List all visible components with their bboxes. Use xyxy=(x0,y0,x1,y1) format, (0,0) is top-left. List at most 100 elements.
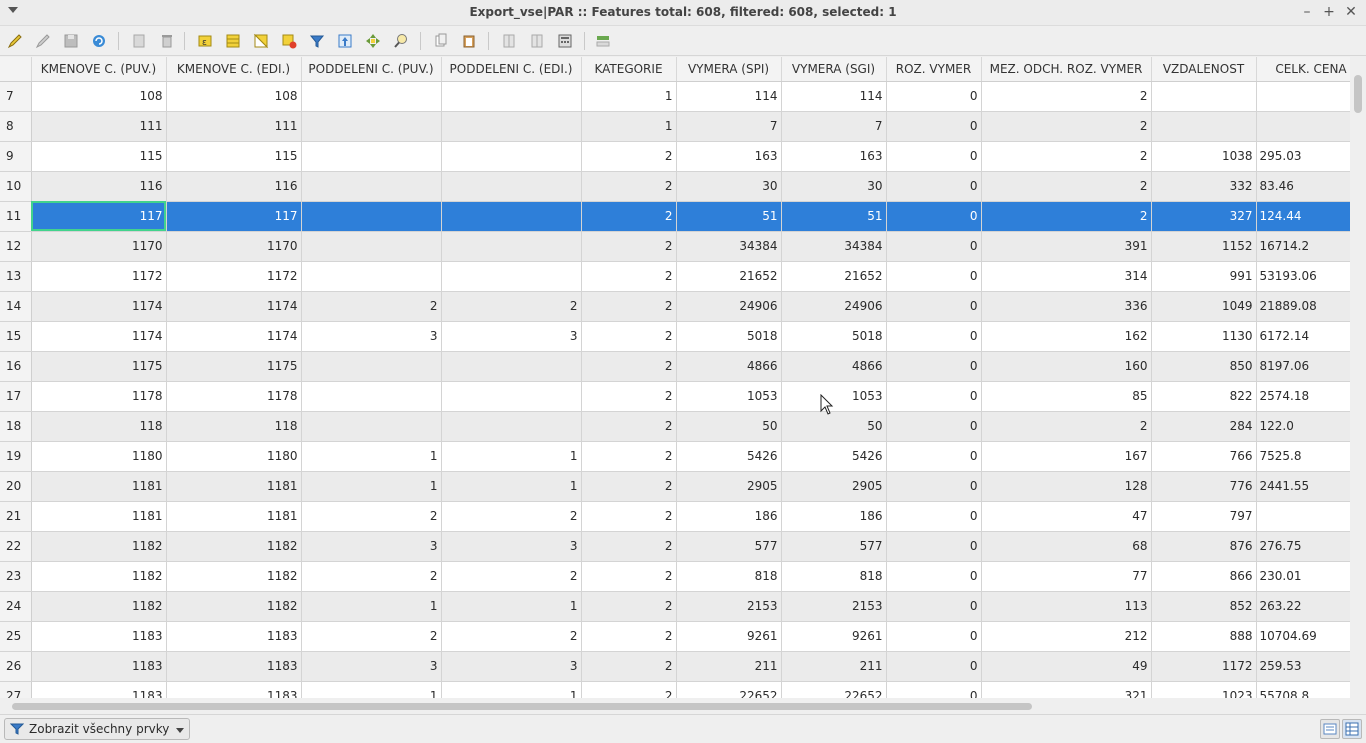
table-cell[interactable] xyxy=(301,231,442,262)
move-selection-to-top-icon[interactable] xyxy=(334,30,356,52)
table-row[interactable]: 10 116 116 2 30 30 0 2 332 83.46 xyxy=(0,171,1350,202)
table-cell[interactable]: 7 xyxy=(676,111,782,142)
table-cell[interactable]: 85 xyxy=(981,381,1152,412)
table-cell[interactable] xyxy=(1256,81,1350,112)
table-row[interactable]: 25 1183 1183 2 2 2 9261 9261 0 212 888 10704.69 xyxy=(0,621,1350,652)
table-row[interactable]: 14 1174 1174 2 2 2 24906 24906 0 336 1049 21889.08 xyxy=(0,291,1350,322)
table-cell[interactable]: 577 xyxy=(676,531,782,562)
table-cell[interactable] xyxy=(441,261,582,292)
table-cell[interactable]: 2 xyxy=(581,291,677,322)
vertical-scroll-thumb[interactable] xyxy=(1354,75,1362,113)
row-header[interactable]: 26 xyxy=(0,651,32,682)
table-cell[interactable]: 0 xyxy=(886,681,982,698)
row-header[interactable]: 27 xyxy=(0,681,32,698)
table-cell[interactable]: 1181 xyxy=(31,501,167,532)
table-cell[interactable]: 0 xyxy=(886,111,982,142)
table-cell[interactable]: 83.46 xyxy=(1256,171,1350,202)
table-cell[interactable]: 1174 xyxy=(31,291,167,322)
column-header[interactable]: KATEGORIE xyxy=(581,57,677,82)
field-calculator-icon[interactable] xyxy=(554,30,576,52)
table-cell[interactable]: 167 xyxy=(981,441,1152,472)
table-cell[interactable]: 2 xyxy=(581,171,677,202)
table-cell[interactable]: 1183 xyxy=(166,621,302,652)
table-cell[interactable]: 160 xyxy=(981,351,1152,382)
table-cell[interactable]: 2 xyxy=(581,531,677,562)
table-cell[interactable]: 1172 xyxy=(1151,651,1257,682)
table-cell[interactable]: 263.22 xyxy=(1256,591,1350,622)
table-cell[interactable]: 163 xyxy=(781,141,887,172)
table-cell[interactable]: 2153 xyxy=(676,591,782,622)
table-cell[interactable]: 47 xyxy=(981,501,1152,532)
row-header[interactable]: 14 xyxy=(0,291,32,322)
table-cell[interactable]: 5018 xyxy=(781,321,887,352)
table-cell[interactable]: 2905 xyxy=(781,471,887,502)
table-cell[interactable]: 321 xyxy=(981,681,1152,698)
table-cell[interactable]: 2 xyxy=(581,471,677,502)
table-cell[interactable]: 24906 xyxy=(676,291,782,322)
table-cell[interactable]: 3 xyxy=(441,531,582,562)
table-row[interactable]: 13 1172 1172 2 21652 21652 0 314 991 53193.06 xyxy=(0,261,1350,292)
table-cell[interactable]: 2 xyxy=(581,141,677,172)
multi-edit-icon[interactable] xyxy=(32,30,54,52)
table-cell[interactable]: 162 xyxy=(981,321,1152,352)
minimize-button[interactable]: – xyxy=(1298,3,1316,21)
table-cell[interactable]: 9261 xyxy=(676,621,782,652)
table-cell[interactable]: 163 xyxy=(676,141,782,172)
table-cell[interactable]: 0 xyxy=(886,381,982,412)
table-cell[interactable]: 22652 xyxy=(676,681,782,698)
new-field-icon[interactable] xyxy=(498,30,520,52)
row-header[interactable]: 17 xyxy=(0,381,32,412)
column-header[interactable]: PODDELENI C. (PUV.) xyxy=(301,57,442,82)
table-cell[interactable]: 211 xyxy=(676,651,782,682)
row-header[interactable]: 21 xyxy=(0,501,32,532)
select-all-icon[interactable] xyxy=(222,30,244,52)
paste-icon[interactable] xyxy=(458,30,480,52)
table-cell[interactable]: 2 xyxy=(581,561,677,592)
table-cell[interactable]: 77 xyxy=(981,561,1152,592)
table-row[interactable]: 21 1181 1181 2 2 2 186 186 0 47 797 xyxy=(0,501,1350,532)
table-cell[interactable]: 108 xyxy=(166,81,302,112)
table-cell[interactable]: 1170 xyxy=(166,231,302,262)
table-cell[interactable]: 391 xyxy=(981,231,1152,262)
table-cell[interactable] xyxy=(1151,81,1257,112)
table-cell[interactable]: 0 xyxy=(886,501,982,532)
column-header[interactable]: VZDALENOST xyxy=(1151,57,1257,82)
table-cell[interactable]: 124.44 xyxy=(1256,201,1350,232)
table-cell[interactable]: 4866 xyxy=(781,351,887,382)
table-cell[interactable]: 1049 xyxy=(1151,291,1257,322)
column-header[interactable]: ROZ. VYMER xyxy=(886,57,982,82)
table-row[interactable]: 16 1175 1175 2 4866 4866 0 160 850 8197.06 xyxy=(0,351,1350,382)
table-row[interactable]: 17 1178 1178 2 1053 1053 0 85 822 2574.18 xyxy=(0,381,1350,412)
table-row[interactable]: 15 1174 1174 3 3 2 5018 5018 0 162 1130 6172.14 xyxy=(0,321,1350,352)
column-header[interactable]: CELK. CENA xyxy=(1256,57,1350,82)
table-cell[interactable]: 1183 xyxy=(31,681,167,698)
table-cell[interactable]: 4866 xyxy=(676,351,782,382)
table-cell[interactable]: 1183 xyxy=(166,681,302,698)
row-header[interactable]: 8 xyxy=(0,111,32,142)
table-cell[interactable] xyxy=(441,111,582,142)
table-view-button[interactable] xyxy=(1342,719,1362,739)
vertical-scrollbar[interactable] xyxy=(1350,57,1366,698)
row-header[interactable]: 22 xyxy=(0,531,32,562)
table-cell[interactable]: 0 xyxy=(886,561,982,592)
table-cell[interactable]: 1183 xyxy=(166,651,302,682)
table-cell[interactable]: 2905 xyxy=(676,471,782,502)
table-row[interactable]: 8 111 111 1 7 7 0 2 xyxy=(0,111,1350,142)
table-cell[interactable]: 1182 xyxy=(31,561,167,592)
table-row[interactable]: 9 115 115 2 163 163 0 2 1038 295.03 xyxy=(0,141,1350,172)
table-cell[interactable]: 822 xyxy=(1151,381,1257,412)
table-cell[interactable]: 1 xyxy=(441,441,582,472)
copy-icon[interactable] xyxy=(430,30,452,52)
table-cell[interactable]: 5426 xyxy=(676,441,782,472)
table-cell[interactable]: 1183 xyxy=(31,621,167,652)
table-cell[interactable] xyxy=(301,81,442,112)
table-cell[interactable]: 876 xyxy=(1151,531,1257,562)
table-cell[interactable]: 0 xyxy=(886,351,982,382)
table-cell[interactable]: 116 xyxy=(31,171,167,202)
table-cell[interactable]: 1181 xyxy=(166,471,302,502)
table-cell[interactable]: 850 xyxy=(1151,351,1257,382)
table-cell[interactable] xyxy=(301,201,442,232)
table-cell[interactable]: 1181 xyxy=(31,471,167,502)
table-cell[interactable] xyxy=(301,411,442,442)
table-cell[interactable]: 766 xyxy=(1151,441,1257,472)
